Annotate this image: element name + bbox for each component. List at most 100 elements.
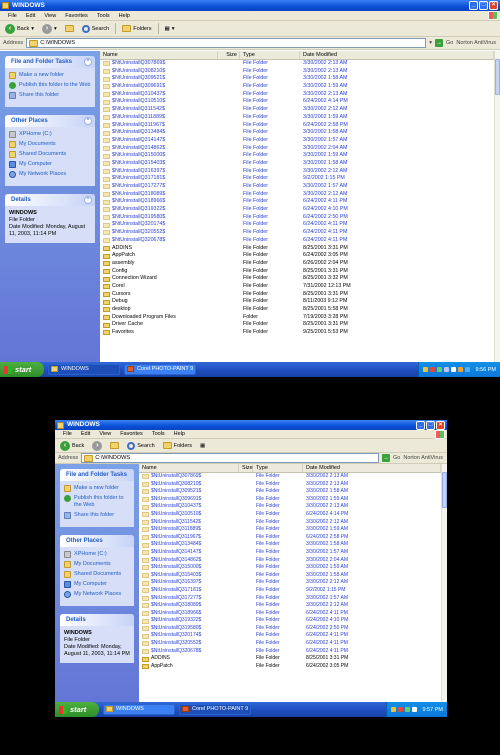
up-button[interactable] bbox=[108, 440, 121, 452]
title-bar[interactable]: WINDOWS _ □ × bbox=[0, 0, 500, 11]
column-type[interactable]: Type bbox=[240, 51, 300, 59]
views-button[interactable]: ▦ bbox=[198, 440, 207, 452]
forward-button[interactable]: › ▾ bbox=[40, 23, 59, 35]
file-row[interactable]: $NtUninstallQ317181$ File Folder 9/2/2002 … bbox=[139, 587, 441, 595]
menu-help[interactable]: Help bbox=[119, 11, 130, 20]
address-dropdown-icon[interactable]: ▾ bbox=[429, 40, 432, 46]
file-row[interactable]: Config File Folder 8/25/2001 3:31 PM bbox=[100, 268, 494, 276]
vertical-scrollbar[interactable] bbox=[441, 464, 447, 702]
file-row[interactable]: Cursors File Folder 8/25/2001 3:31 PM bbox=[100, 291, 494, 299]
menu-tools[interactable]: Tools bbox=[152, 430, 165, 438]
my-network-places-link[interactable]: My Network Places bbox=[64, 591, 130, 598]
file-row[interactable]: $NtUninstallQ310437$ File Folder 3/30/2002… bbox=[100, 91, 494, 99]
file-row[interactable]: $NtUninstallQ314862$ File Folder 3/30/2002… bbox=[139, 557, 441, 565]
file-row[interactable]: $NtUninstallQ308210$ File Folder 3/30/2002… bbox=[100, 68, 494, 76]
file-row[interactable]: $NtUninstallQ309521$ File Folder 3/30/2002… bbox=[139, 488, 441, 496]
scrollbar-thumb[interactable] bbox=[495, 59, 500, 95]
file-row[interactable]: $NtUninstallQ318966$ File Folder 6/24/2002… bbox=[100, 198, 494, 206]
chevron-down-icon[interactable]: ▾ bbox=[54, 26, 57, 32]
xphome-drive-link[interactable]: XPHome (C:) bbox=[64, 551, 130, 558]
taskbar-button-corel[interactable]: Corel PHOTO-PAINT 9 bbox=[124, 364, 196, 375]
tray-icon[interactable] bbox=[397, 707, 403, 712]
scrollbar-thumb[interactable] bbox=[442, 472, 447, 508]
publish-folder-link[interactable]: Publish this folder to the Web bbox=[64, 495, 130, 509]
panel-header[interactable]: Other Places ⌃ bbox=[5, 115, 95, 127]
file-row[interactable]: $NtUninstallQ308210$ File Folder 3/30/2002… bbox=[139, 481, 441, 489]
panel-header[interactable]: Details ⌃ bbox=[5, 194, 95, 206]
shared-documents-link[interactable]: Shared Documents bbox=[64, 571, 130, 578]
address-input[interactable]: C:\WINDOWS bbox=[81, 453, 379, 463]
file-row[interactable]: $NtUninstallQ320678$ File Folder 6/24/2002… bbox=[139, 648, 441, 656]
tray-icon[interactable] bbox=[411, 707, 417, 712]
taskbar-button-corel[interactable]: Corel PHOTO-PAINT 9 bbox=[179, 704, 251, 715]
start-button[interactable]: start bbox=[55, 702, 99, 717]
file-row[interactable]: $NtUninstallQ314147$ File Folder 3/30/2002… bbox=[139, 549, 441, 557]
file-row[interactable]: Driver Cache File Folder 8/25/2001 3:31 PM bbox=[100, 321, 494, 329]
file-row[interactable]: $NtUninstallQ314862$ File Folder 3/30/2002… bbox=[100, 145, 494, 153]
maximize-button[interactable]: □ bbox=[426, 421, 435, 430]
collapse-chevron-icon[interactable]: ⌃ bbox=[84, 196, 92, 204]
file-row[interactable]: $NtUninstallQ311889$ File Folder 3/30/2002… bbox=[139, 526, 441, 534]
tray-icon[interactable] bbox=[429, 367, 435, 372]
panel-header[interactable]: File and Folder Tasks bbox=[60, 469, 134, 481]
file-row[interactable]: $NtUninstallQ311889$ File Folder 3/30/2002… bbox=[100, 114, 494, 122]
up-button[interactable] bbox=[63, 23, 76, 35]
menu-help[interactable]: Help bbox=[174, 430, 185, 438]
folders-button[interactable]: Folders bbox=[120, 23, 153, 35]
file-row[interactable]: $NtUninstallQ319322$ File Folder 6/24/2002… bbox=[139, 617, 441, 625]
go-button[interactable]: Go bbox=[393, 455, 400, 461]
column-size[interactable]: Size bbox=[218, 51, 240, 59]
address-input[interactable]: C:\WINDOWS bbox=[26, 38, 427, 48]
file-row[interactable]: $NtUninstallQ317277$ File Folder 3/30/2002… bbox=[100, 183, 494, 191]
start-button[interactable]: start bbox=[0, 362, 44, 377]
file-row[interactable]: Connection Wizard File Folder 8/25/2001 3:… bbox=[100, 275, 494, 283]
close-button[interactable]: × bbox=[436, 421, 445, 430]
forward-button[interactable]: › bbox=[90, 440, 104, 452]
file-row[interactable]: assembly File Folder 6/26/2002 2:04 PM bbox=[100, 260, 494, 268]
menu-edit[interactable]: Edit bbox=[81, 430, 90, 438]
tray-icon[interactable] bbox=[422, 367, 428, 372]
column-name[interactable]: Name bbox=[100, 51, 218, 59]
file-row[interactable]: $NtUninstallQ313484$ File Folder 3/30/2002… bbox=[139, 541, 441, 549]
file-row[interactable]: $NtUninstallQ320174$ File Folder 6/24/2002… bbox=[100, 221, 494, 229]
file-row[interactable]: $NtUninstallQ307869$ File Folder 3/30/2002… bbox=[139, 473, 441, 481]
close-button[interactable]: × bbox=[489, 1, 498, 10]
back-button[interactable]: ‹ Back ▾ bbox=[3, 23, 36, 35]
file-row[interactable]: $NtUninstallQ311542$ File Folder 3/30/2002… bbox=[100, 106, 494, 114]
column-date-modified[interactable]: Date Modified bbox=[303, 464, 441, 472]
clock[interactable]: 9:57 PM bbox=[423, 707, 443, 713]
minimize-button[interactable]: _ bbox=[469, 1, 478, 10]
file-row[interactable]: $NtUninstallQ311542$ File Folder 3/30/2002… bbox=[139, 519, 441, 527]
tray-icon[interactable] bbox=[450, 367, 456, 372]
tray-icon[interactable] bbox=[464, 367, 470, 372]
my-computer-link[interactable]: My Computer bbox=[64, 581, 130, 588]
column-date-modified[interactable]: Date Modified bbox=[300, 51, 494, 59]
menu-file[interactable]: File bbox=[63, 430, 72, 438]
file-row[interactable]: $NtUninstallQ316397$ File Folder 3/30/2002… bbox=[100, 168, 494, 176]
collapse-chevron-icon[interactable]: ⌃ bbox=[84, 117, 92, 125]
folders-button[interactable]: Folders bbox=[161, 440, 194, 452]
clock[interactable]: 9:56 PM bbox=[476, 367, 496, 373]
file-row[interactable]: $NtUninstallQ311967$ File Folder 6/24/2002… bbox=[100, 122, 494, 130]
search-button[interactable]: Search bbox=[80, 23, 111, 35]
taskbar-button-windows[interactable]: WINDOWS bbox=[103, 704, 175, 715]
make-new-folder-link[interactable]: Make a new folder bbox=[9, 72, 91, 79]
publish-folder-link[interactable]: Publish this folder to the Web bbox=[9, 82, 91, 89]
title-bar[interactable]: WINDOWS _ □ × bbox=[55, 420, 447, 430]
file-row[interactable]: $NtUninstallQ310510$ File Folder 6/24/2002… bbox=[139, 511, 441, 519]
taskbar-button-windows[interactable]: WINDOWS bbox=[48, 364, 120, 375]
file-row[interactable]: $NtUninstallQ318089$ File Folder 3/30/2002… bbox=[100, 191, 494, 199]
tray-icon[interactable] bbox=[390, 707, 396, 712]
file-row[interactable]: $NtUninstallQ319580$ File Folder 6/24/2002… bbox=[139, 625, 441, 633]
file-row[interactable]: $NtUninstallQ320174$ File Folder 6/24/2002… bbox=[139, 632, 441, 640]
file-row[interactable]: $NtUninstallQ309691$ File Folder 3/30/2002… bbox=[139, 496, 441, 504]
my-computer-link[interactable]: My Computer bbox=[9, 161, 91, 168]
menu-edit[interactable]: Edit bbox=[26, 11, 35, 20]
file-row[interactable]: $NtUninstallQ319580$ File Folder 6/24/2002… bbox=[100, 214, 494, 222]
file-row[interactable]: $NtUninstallQ307869$ File Folder 3/30/2002… bbox=[100, 60, 494, 68]
file-row[interactable]: $NtUninstallQ318089$ File Folder 3/30/2002… bbox=[139, 602, 441, 610]
my-documents-link[interactable]: My Documents bbox=[9, 141, 91, 148]
share-folder-link[interactable]: Share this folder bbox=[64, 512, 130, 519]
file-row[interactable]: desktop File Folder 8/25/2001 5:58 PM bbox=[100, 306, 494, 314]
menu-file[interactable]: File bbox=[8, 11, 17, 20]
